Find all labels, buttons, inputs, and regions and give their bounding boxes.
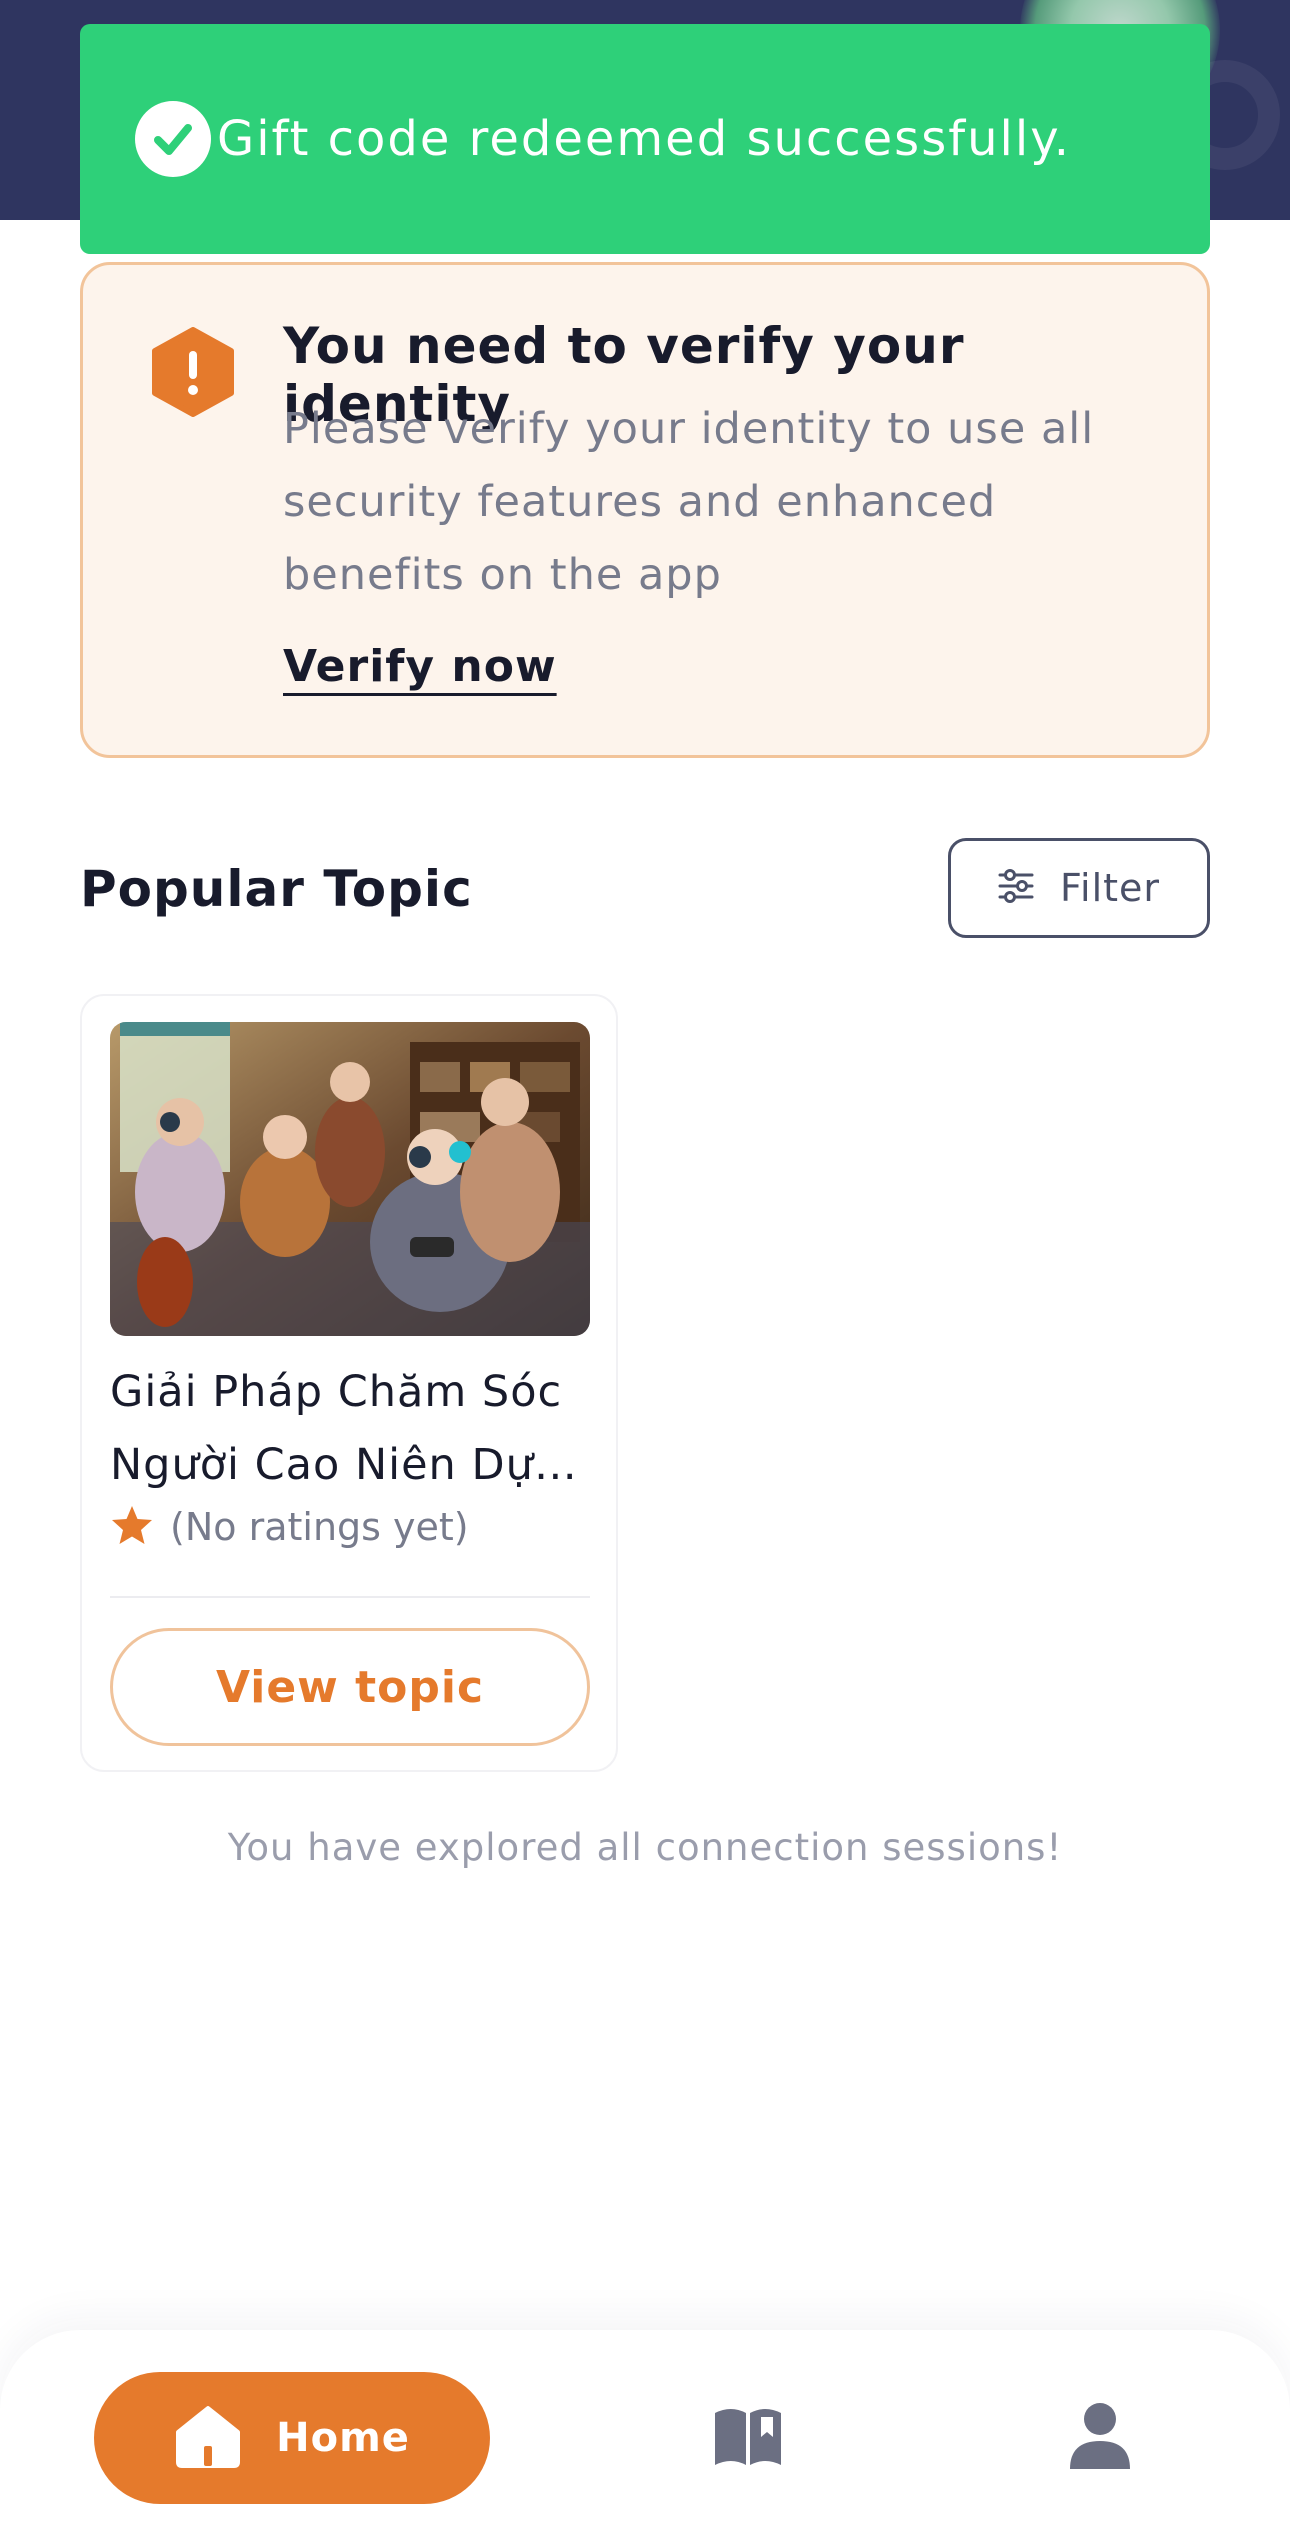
topic-image[interactable] [110, 1022, 590, 1336]
verify-identity-banner: You need to verify your identity Please … [80, 262, 1210, 758]
check-circle-icon [135, 101, 211, 177]
warning-hexagon-icon [151, 327, 235, 417]
topic-rating: (No ratings yet) [110, 1504, 469, 1550]
profile-icon [1068, 2401, 1132, 2475]
bottom-navigation: Home [0, 2330, 1290, 2536]
card-divider [110, 1596, 590, 1598]
view-topic-button[interactable]: View topic [110, 1628, 590, 1746]
filter-button[interactable]: Filter [948, 838, 1210, 938]
filter-label: Filter [1059, 866, 1161, 910]
rating-text: (No ratings yet) [170, 1505, 469, 1549]
section-title: Popular Topic [80, 860, 473, 918]
nav-home-label: Home [276, 2415, 410, 2461]
library-icon [713, 2405, 783, 2471]
nav-library-tab[interactable] [712, 2402, 784, 2474]
home-screen: Gift code redeemed successfully. You nee… [0, 0, 1290, 2536]
star-icon [110, 1504, 154, 1550]
nav-profile-tab[interactable] [1064, 2400, 1136, 2476]
verify-description: Please verify your identity to use all s… [283, 404, 1095, 600]
topic-title: Giải Pháp Chăm Sóc Người Cao Niên Dự… [110, 1367, 578, 1490]
home-icon [174, 2404, 242, 2472]
toast-message: Gift code redeemed successfully. [217, 111, 1072, 167]
sliders-icon [998, 869, 1034, 907]
nav-home-tab[interactable]: Home [94, 2372, 490, 2504]
verify-now-link[interactable]: Verify now [283, 641, 557, 692]
topic-card[interactable]: Giải Pháp Chăm Sóc Người Cao Niên Dự… (N… [80, 994, 618, 1772]
success-toast[interactable]: Gift code redeemed successfully. [80, 24, 1210, 254]
end-of-list-message: You have explored all connection session… [227, 1826, 1063, 1869]
